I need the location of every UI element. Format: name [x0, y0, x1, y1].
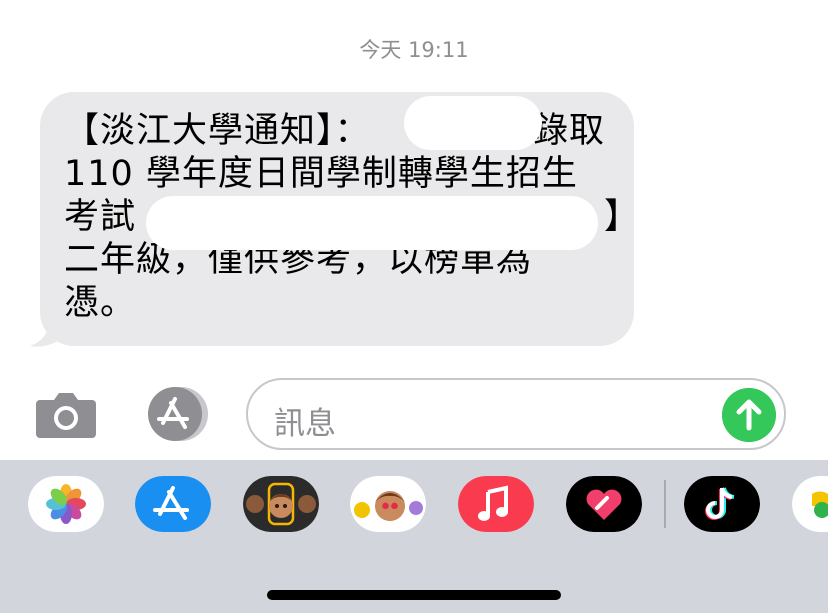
- appstore-icon[interactable]: [135, 476, 211, 532]
- tiktok-icon[interactable]: [684, 476, 760, 532]
- music-note-icon[interactable]: [458, 476, 534, 532]
- message-timestamp: 今天 19:11: [359, 38, 469, 62]
- redaction-mark: [146, 196, 598, 250]
- heart-icon[interactable]: [566, 476, 642, 532]
- message-input[interactable]: 訊息: [246, 378, 786, 450]
- memoji-icon[interactable]: [243, 476, 319, 532]
- message-input-placeholder: 訊息: [274, 406, 336, 442]
- send-button[interactable]: [722, 388, 776, 442]
- drawer-divider: [664, 480, 666, 528]
- message-line: 110 學年度日間學制轉學生招生: [64, 154, 578, 194]
- redaction-mark: [404, 96, 542, 150]
- memoji-stickers-icon[interactable]: [350, 476, 426, 532]
- message-line: 憑。: [64, 283, 137, 323]
- appstore-icon[interactable]: [141, 386, 213, 442]
- photos-icon[interactable]: [28, 476, 104, 532]
- home-indicator[interactable]: [267, 590, 561, 600]
- camera-icon[interactable]: [34, 390, 98, 440]
